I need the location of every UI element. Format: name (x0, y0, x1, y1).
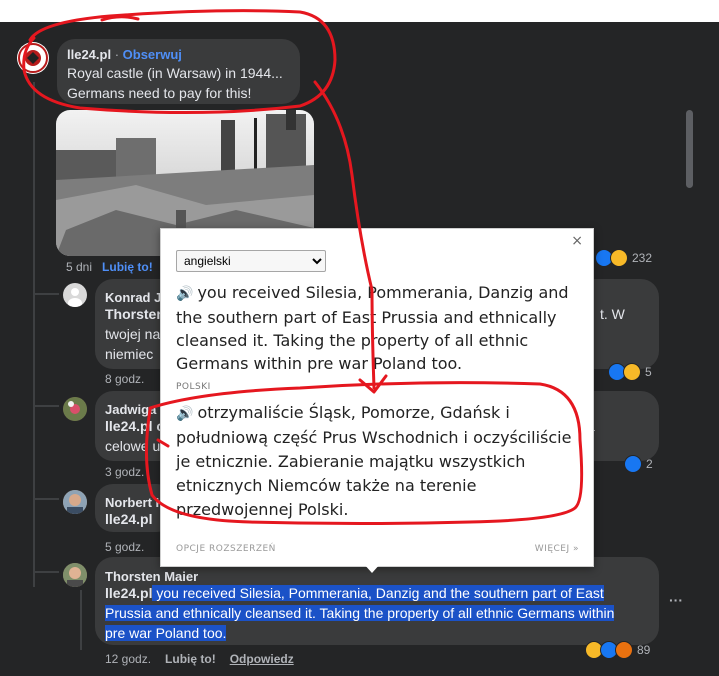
dot-separator: · (111, 47, 123, 62)
extension-options-link[interactable]: OPCJE ROZSZERZEŃ (176, 544, 276, 554)
speaker-icon[interactable]: 🔊 (176, 286, 193, 302)
source-language-select[interactable]: angielski (176, 250, 326, 272)
translated-text-block: 🔊 otrzymaliście Śląsk, Pomorze, Gdańsk i … (176, 401, 581, 522)
comment-line: Thorsten (105, 306, 165, 322)
close-icon[interactable]: × (571, 233, 583, 249)
post-like-button[interactable]: Lubię to! (102, 260, 153, 274)
haha-reaction-icon (623, 363, 641, 381)
comment-meta: 12 godz. Lubię to! Odpowiedz (105, 652, 294, 666)
flower-avatar-icon (63, 397, 87, 421)
post-meta: 5 dni Lubię to! (66, 260, 153, 274)
selected-text[interactable]: pre war Poland too. (105, 625, 227, 641)
more-options-button[interactable]: ··· (669, 592, 683, 608)
more-link[interactable]: WIĘCEJ » (535, 544, 579, 554)
comment-reactions[interactable]: 5 (608, 363, 652, 381)
post-bubble: lle24.pl · Obserwuj Royal castle (in War… (57, 39, 300, 104)
commenter-avatar[interactable] (63, 563, 87, 587)
comment-line: lle24.pl o (105, 418, 165, 434)
comment-meta: 5 godz. (105, 540, 144, 554)
browser-top-strip (0, 0, 719, 22)
post-time[interactable]: 5 dni (66, 260, 92, 274)
page-avatar[interactable] (17, 42, 49, 74)
sad-reaction-icon (610, 249, 628, 267)
comment-line: niemiec (105, 346, 154, 362)
selected-text[interactable]: you received Silesia, Pommerania, Danzig… (152, 585, 604, 601)
comment-meta: 3 godz. (105, 465, 144, 479)
post-line-1: Royal castle (in Warsaw) in 1944... (67, 65, 283, 81)
thread-branch (33, 498, 59, 500)
comment-time[interactable]: 5 godz. (105, 540, 144, 554)
source-text-block: 🔊 you received Silesia, Pommerania, Danzi… (176, 281, 581, 375)
like-reaction-icon (624, 455, 642, 473)
comment-time[interactable]: 3 godz. (105, 465, 144, 479)
popup-pointer (363, 563, 381, 573)
comment-line-right: t. W (600, 306, 625, 322)
reaction-count: 232 (632, 251, 653, 265)
commenter-avatar[interactable] (63, 490, 87, 514)
selected-text[interactable]: Prussia and ethnically cleansed it. Taki… (105, 605, 615, 621)
person-avatar-icon (63, 563, 87, 587)
translation-popup: × angielski 🔊 you received Silesia, Pomme… (160, 228, 594, 567)
post-reactions[interactable]: 232 (595, 249, 652, 267)
reaction-count: 5 (645, 365, 652, 379)
comment-line: lle24.pl (105, 511, 153, 527)
mention-link[interactable]: lle24.pl (105, 585, 152, 601)
person-avatar-icon (63, 490, 87, 514)
comment-line: celowe u (105, 438, 161, 454)
reply-button[interactable]: Odpowiedz (230, 652, 294, 666)
post-line-2: Germans need to pay for this! (67, 85, 252, 101)
default-avatar-icon (68, 288, 82, 307)
commenter-avatar[interactable] (63, 397, 87, 421)
reaction-count: 2 (646, 457, 653, 471)
thread-branch (33, 293, 59, 295)
like-button[interactable]: Lubię to! (165, 652, 216, 666)
speaker-icon[interactable]: 🔊 (176, 406, 193, 422)
target-language-label: POLSKI (176, 382, 211, 392)
thread-branch (33, 405, 59, 407)
thread-branch (33, 571, 59, 573)
translated-text: otrzymaliście Śląsk, Pomorze, Gdańsk i p… (176, 403, 572, 519)
follow-link[interactable]: Obserwuj (123, 47, 182, 62)
comment-line: twojej na (105, 326, 161, 342)
comment-reactions[interactable]: 2 (624, 455, 653, 473)
thread-line (80, 590, 82, 650)
post-author[interactable]: lle24.pl (67, 47, 111, 62)
angry-reaction-icon (615, 641, 633, 659)
reaction-count: 89 (637, 643, 651, 657)
thread-line (33, 82, 35, 587)
comment-reactions[interactable]: 89 (585, 641, 650, 659)
comment-time[interactable]: 12 godz. (105, 652, 151, 666)
commenter-avatar[interactable] (63, 283, 87, 307)
scrollbar-thumb[interactable] (686, 110, 693, 188)
page-logo-icon (18, 43, 48, 73)
comment-meta: 8 godz. (105, 372, 144, 386)
comment-time[interactable]: 8 godz. (105, 372, 144, 386)
source-text: you received Silesia, Pommerania, Danzig… (176, 283, 569, 373)
